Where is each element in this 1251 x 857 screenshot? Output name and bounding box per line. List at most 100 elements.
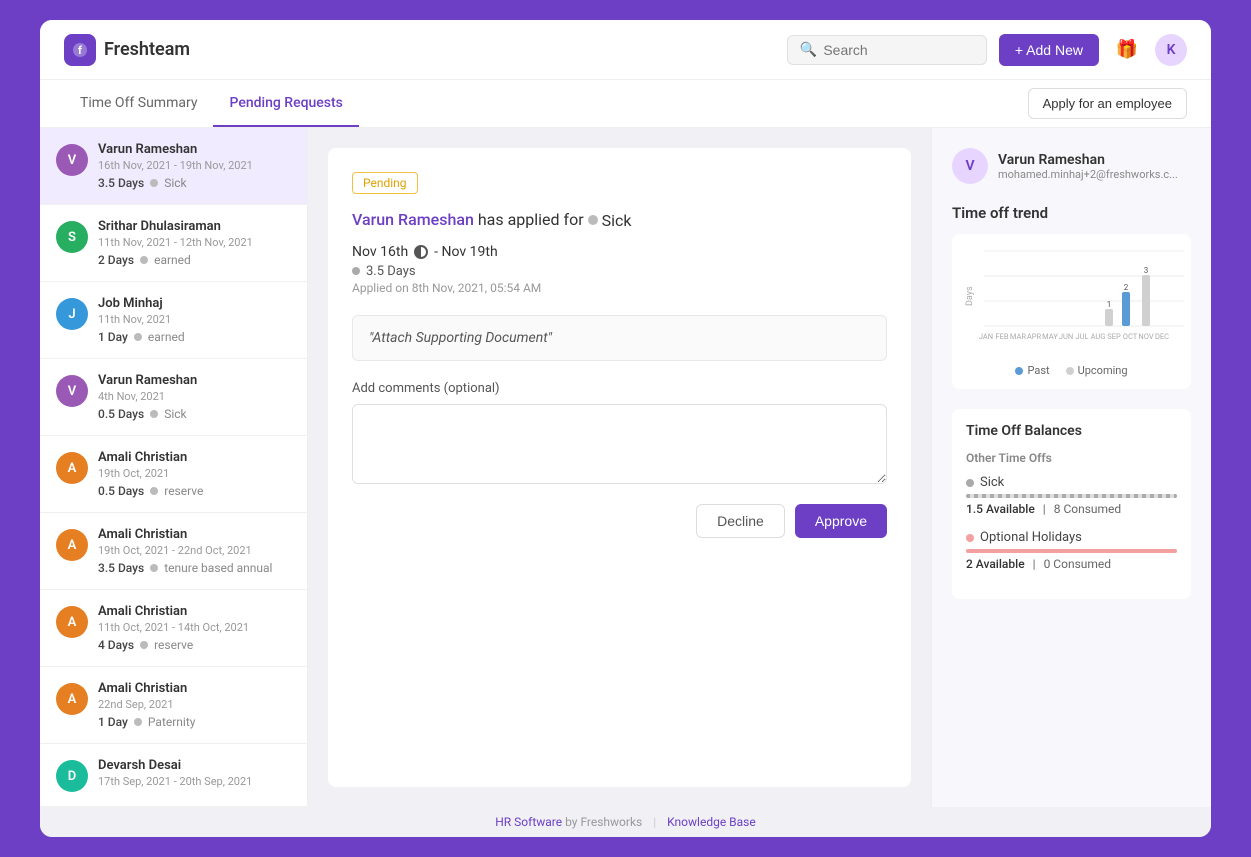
- list-item-name: Amali Christian: [98, 681, 291, 696]
- legend-upcoming: Upcoming: [1066, 364, 1128, 377]
- svg-text:MAR: MAR: [1010, 332, 1027, 341]
- footer-by: by Freshworks: [565, 815, 642, 829]
- search-bar[interactable]: 🔍: [787, 35, 987, 65]
- type-label: Paternity: [148, 715, 196, 729]
- balance-consumed: 0 Consumed: [1044, 557, 1111, 571]
- days-count: 3.5 Days: [352, 264, 887, 279]
- action-text: has applied for: [478, 210, 588, 229]
- type-label: reserve: [164, 484, 203, 498]
- balance-type: Optional Holidays: [966, 530, 1177, 545]
- gift-icon[interactable]: 🎁: [1111, 34, 1143, 66]
- action-buttons: Decline Approve: [352, 504, 887, 538]
- balance-type-dot: [966, 479, 974, 487]
- svg-text:FEB: FEB: [995, 332, 1008, 341]
- list-item-content: Devarsh Desai 17th Sep, 2021 - 20th Sep,…: [98, 758, 291, 792]
- svg-text:2: 2: [1124, 283, 1129, 292]
- approve-button[interactable]: Approve: [795, 504, 887, 538]
- list-item[interactable]: V Varun Rameshan 4th Nov, 2021 0.5 Days …: [40, 359, 307, 436]
- list-item-date: 4th Nov, 2021: [98, 390, 291, 403]
- svg-text:DEC: DEC: [1155, 332, 1169, 341]
- balance-item-sick: Sick 1.5 Available | 8 Consumed: [966, 475, 1177, 516]
- header: f Freshteam 🔍 + Add New 🎁 K: [40, 20, 1211, 80]
- type-dot: [150, 487, 158, 495]
- svg-text:3: 3: [1144, 266, 1149, 275]
- svg-text:SEP: SEP: [1107, 332, 1121, 341]
- days-badge: 1 Day: [98, 330, 128, 344]
- list-item[interactable]: J Job Minhaj 11th Nov, 2021 1 Day earned: [40, 282, 307, 359]
- days-badge: 3.5 Days: [98, 561, 144, 575]
- balance-separator: |: [1043, 502, 1046, 516]
- list-item[interactable]: V Varun Rameshan 16th Nov, 2021 - 19th N…: [40, 128, 307, 205]
- list-item-meta: 3.5 Days Sick: [98, 176, 291, 190]
- balances-title: Time Off Balances: [966, 423, 1177, 439]
- avatar: V: [56, 144, 88, 176]
- add-new-button[interactable]: + Add New: [999, 34, 1099, 66]
- search-input[interactable]: [823, 42, 974, 58]
- list-item-content: Amali Christian 11th Oct, 2021 - 14th Oc…: [98, 604, 291, 652]
- freshteam-logo-icon: f: [64, 34, 96, 66]
- type-dot: [140, 256, 148, 264]
- list-item-date: 19th Oct, 2021: [98, 467, 291, 480]
- applicant-name-link[interactable]: Varun Rameshan: [352, 210, 474, 229]
- days-dot: [352, 267, 360, 275]
- trend-title: Time off trend: [952, 204, 1191, 222]
- header-right: 🔍 + Add New 🎁 K: [787, 34, 1187, 66]
- footer-separator: |: [653, 815, 656, 829]
- request-title: Varun Rameshan has applied for Sick: [352, 210, 887, 230]
- list-item-meta: 1 Day Paternity: [98, 715, 291, 729]
- app-container: f Freshteam 🔍 + Add New 🎁 K Time Off Sum…: [40, 20, 1211, 837]
- legend-upcoming-dot: [1066, 367, 1074, 375]
- svg-text:JUL: JUL: [1075, 332, 1088, 341]
- time-off-chart: Days 2 1 3 JAN: [964, 246, 1194, 356]
- decline-button[interactable]: Decline: [696, 504, 785, 538]
- comments-textarea[interactable]: [352, 404, 887, 484]
- app-name: Freshteam: [104, 39, 190, 60]
- list-item[interactable]: A Amali Christian 22nd Sep, 2021 1 Day P…: [40, 667, 307, 744]
- balance-bar-track: [966, 494, 1177, 498]
- avatar: S: [56, 221, 88, 253]
- list-item-content: Amali Christian 19th Oct, 2021 0.5 Days …: [98, 450, 291, 498]
- type-dot: [134, 333, 142, 341]
- sick-indicator: Sick: [588, 211, 632, 230]
- svg-text:JAN: JAN: [979, 332, 993, 341]
- footer-knowledge-base-link[interactable]: Knowledge Base: [667, 815, 756, 829]
- tab-time-off-summary[interactable]: Time Off Summary: [64, 80, 213, 127]
- list-item-date: 16th Nov, 2021 - 19th Nov, 2021: [98, 159, 291, 172]
- list-item[interactable]: A Amali Christian 19th Oct, 2021 0.5 Day…: [40, 436, 307, 513]
- apply-employee-button[interactable]: Apply for an employee: [1028, 88, 1187, 119]
- list-item-content: Varun Rameshan 16th Nov, 2021 - 19th Nov…: [98, 142, 291, 190]
- list-item-content: Srithar Dhulasiraman 11th Nov, 2021 - 12…: [98, 219, 291, 267]
- days-badge: 3.5 Days: [98, 176, 144, 190]
- list-item[interactable]: A Amali Christian 19th Oct, 2021 - 22nd …: [40, 513, 307, 590]
- svg-text:MAY: MAY: [1042, 332, 1058, 341]
- list-item-meta: 2 Days earned: [98, 253, 291, 267]
- tab-pending-requests[interactable]: Pending Requests: [213, 80, 358, 127]
- avatar: D: [56, 760, 88, 792]
- svg-text:OCT: OCT: [1123, 332, 1138, 341]
- days-badge: 0.5 Days: [98, 484, 144, 498]
- comments-label: Add comments (optional): [352, 381, 887, 396]
- svg-text:APR: APR: [1027, 332, 1042, 341]
- list-item[interactable]: S Srithar Dhulasiraman 11th Nov, 2021 - …: [40, 205, 307, 282]
- list-item-name: Job Minhaj: [98, 296, 291, 311]
- list-item[interactable]: A Amali Christian 11th Oct, 2021 - 14th …: [40, 590, 307, 667]
- footer-hr-software-link[interactable]: HR Software: [495, 815, 565, 829]
- type-label: earned: [154, 253, 191, 267]
- user-avatar[interactable]: K: [1155, 34, 1187, 66]
- list-item[interactable]: D Devarsh Desai 17th Sep, 2021 - 20th Se…: [40, 744, 307, 807]
- balance-available: 2 Available: [966, 557, 1025, 571]
- balance-bar-fill: [966, 549, 1177, 553]
- applied-on: Applied on 8th Nov, 2021, 05:54 AM: [352, 281, 887, 295]
- nav-tabs: Time Off Summary Pending Requests Apply …: [40, 80, 1211, 128]
- left-list: V Varun Rameshan 16th Nov, 2021 - 19th N…: [40, 128, 308, 807]
- center-panel: Pending Varun Rameshan has applied for S…: [308, 128, 931, 807]
- balance-consumed: 8 Consumed: [1054, 502, 1121, 516]
- list-item-name: Amali Christian: [98, 604, 291, 619]
- employee-info: Varun Rameshan mohamed.minhaj+2@freshwor…: [998, 152, 1191, 181]
- date-range: Nov 16th - Nov 19th: [352, 244, 887, 260]
- type-label: reserve: [154, 638, 193, 652]
- type-label: tenure based annual: [164, 561, 272, 575]
- svg-text:NOV: NOV: [1138, 332, 1153, 341]
- type-dot: [150, 410, 158, 418]
- list-item-date: 11th Oct, 2021 - 14th Oct, 2021: [98, 621, 291, 634]
